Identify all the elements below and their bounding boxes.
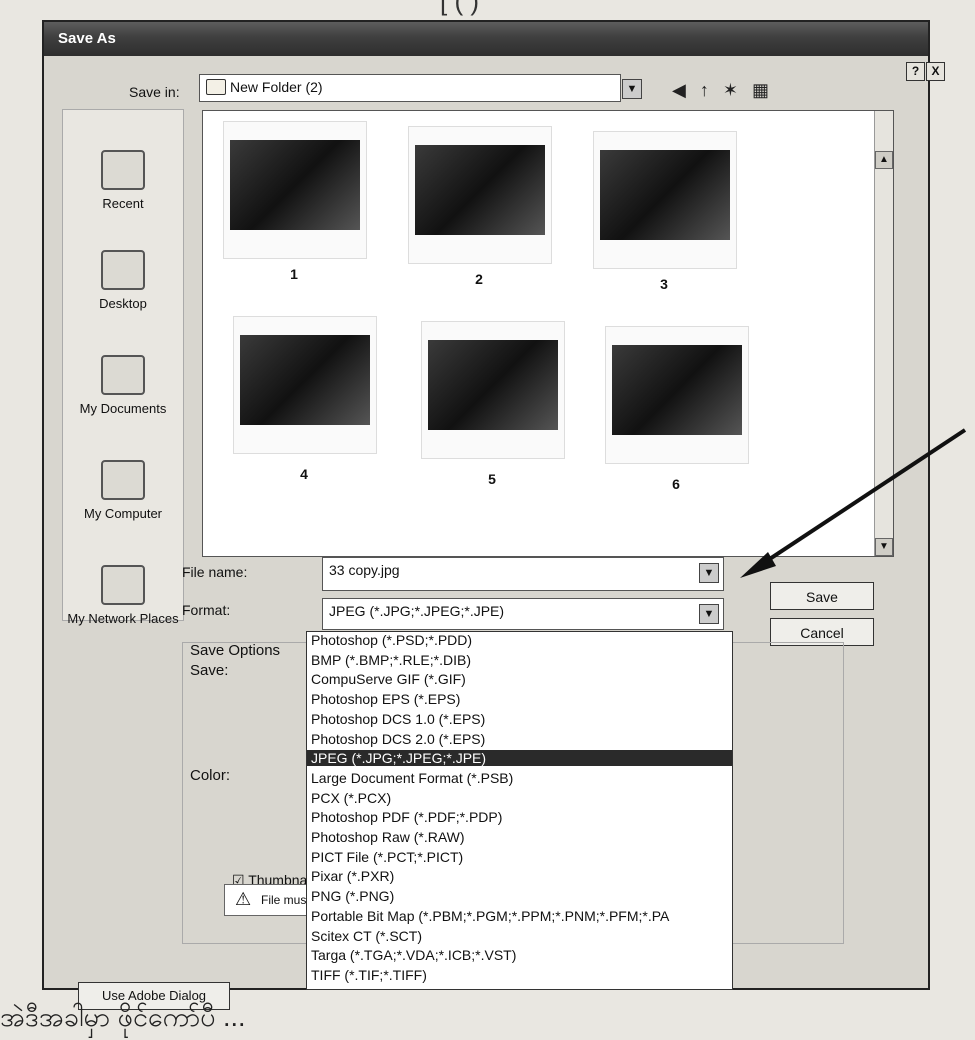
annotation-arrow [740,428,967,578]
caption-text-fragment: အဲဒီအခါမှာ ဖိုင်ကော်ပီ ... [0,1002,246,1032]
